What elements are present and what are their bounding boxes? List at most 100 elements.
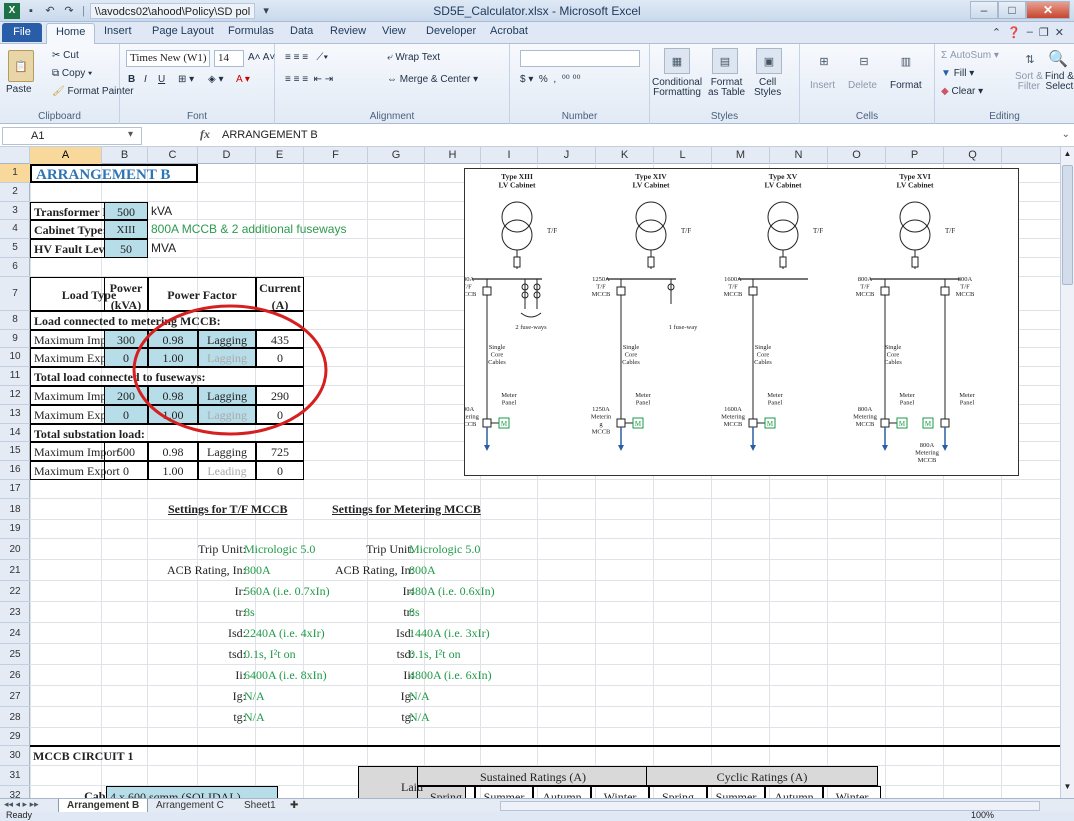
tf-setting-label-3[interactable]: tr: [62,602,246,623]
scroll-down-icon[interactable]: ▼ [1062,782,1073,794]
met-setting-label-4[interactable]: Isd: [302,623,414,644]
number-format-icons[interactable]: $ ▾ % , ⁰⁰ ⁰⁰ [520,74,581,85]
row-header-20[interactable]: 20 [0,539,30,560]
column-header-f[interactable]: F [304,147,368,164]
sheet-tab-arrangement-b[interactable]: Arrangement B [58,799,149,813]
tf-setting-label-0[interactable]: Trip Unit: [62,539,246,560]
align-top-icons[interactable]: ≡ ≡ ≡ ⟋▾ [285,52,328,63]
row-header-21[interactable]: 21 [0,560,30,581]
row-header-30[interactable]: 30 [0,746,30,767]
met-setting-label-2[interactable]: Ir: [302,581,414,602]
met-setting-label-0[interactable]: Trip Unit: [302,539,414,560]
tf-setting-label-5[interactable]: tsd: [62,644,246,665]
clear-button[interactable]: ◆ Clear ▾ [941,86,983,97]
cabinet-description[interactable]: 800A MCCB & 2 additional fuseways [148,220,425,239]
column-header-n[interactable]: N [770,147,828,164]
tab-home[interactable]: Home [46,23,96,45]
ratings-season-0[interactable]: Spring [417,786,475,798]
column-header-k[interactable]: K [596,147,654,164]
row-header-26[interactable]: 26 [0,665,30,686]
row-header-12[interactable]: 12 [0,386,30,405]
find-select-button[interactable]: Find & Select [1045,72,1074,92]
cable-type-value[interactable]: 4 x 600 sqmm (SOLIDAL) [106,786,278,798]
font-color-icon[interactable]: A ▾ [236,74,250,85]
paste-icon[interactable]: 📋 [8,50,34,82]
insert-cells-icon[interactable]: ⊞ [812,48,836,74]
font-size-select[interactable]: 14 [214,50,244,67]
row-header-6[interactable]: 6 [0,258,30,277]
tf-setting-label-1[interactable]: ACB Rating, In: [62,560,246,581]
binoculars-icon[interactable]: 🔍 [1047,48,1069,70]
row-header-29[interactable]: 29 [0,728,30,747]
row-header-31[interactable]: 31 [0,766,30,787]
cell-styles-icon[interactable]: ▣ [756,48,782,74]
cut-button[interactable]: ✂ Cut [52,50,79,61]
conditional-formatting-button[interactable]: Conditional Formatting [652,78,702,98]
insert-sheet-icon[interactable]: ✚ [282,799,306,813]
column-header-m[interactable]: M [712,147,770,164]
ratings-season-6[interactable]: Autumn [765,786,823,798]
number-format-select[interactable] [520,50,640,67]
mccb-circuit-title[interactable]: MCCB CIRCUIT 1 [30,746,198,766]
column-header-e[interactable]: E [256,147,304,164]
row-header-23[interactable]: 23 [0,602,30,623]
row-header-4[interactable]: 4 [0,220,30,240]
met-setting-label-1[interactable]: ACB Rating, In: [302,560,414,581]
row-header-5[interactable]: 5 [0,239,30,258]
expand-formula-bar-icon[interactable]: ⌄ [1062,129,1070,140]
row-15-current[interactable]: 725 [256,442,304,462]
row-header-7[interactable]: 7 [0,277,30,311]
tab-formulas[interactable]: Formulas [228,25,274,37]
row-header-22[interactable]: 22 [0,581,30,602]
select-all-corner[interactable] [0,147,30,164]
met-setting-label-3[interactable]: tr: [302,602,414,623]
met-setting-value-8[interactable]: N/A [409,707,580,728]
ratings-season-4[interactable]: Spring [649,786,707,798]
window-minimize-icon[interactable]: – [1027,26,1033,39]
column-header-h[interactable]: H [425,147,481,164]
delete-cells-icon[interactable]: ⊟ [852,48,876,74]
zoom-level[interactable]: 100% [971,810,994,820]
minimize-ribbon-icon[interactable]: ⌃ [992,26,1001,39]
ratings-cyclic-header[interactable]: Cyclic Ratings (A) [646,766,878,787]
row-header-25[interactable]: 25 [0,644,30,665]
tab-data[interactable]: Data [290,25,313,37]
tab-review[interactable]: Review [330,25,366,37]
sort-filter-icon[interactable]: ⇅ [1019,48,1041,70]
row-header-2[interactable]: 2 [0,183,30,202]
column-header-l[interactable]: L [654,147,712,164]
met-setting-value-4[interactable]: 1440A (i.e. 3xIr) [409,623,580,644]
row-header-11[interactable]: 11 [0,367,30,386]
tf-setting-label-4[interactable]: Isd: [62,623,246,644]
row-header-18[interactable]: 18 [0,499,30,520]
met-setting-value-1[interactable]: 800A [409,560,580,581]
ratings-season-1[interactable]: Summer [475,786,533,798]
tab-acrobat[interactable]: Acrobat [490,25,528,37]
met-setting-value-3[interactable]: 8s [409,602,580,623]
met-setting-label-5[interactable]: tsd: [302,644,414,665]
fill-color-icon[interactable]: ◈ ▾ [208,74,224,85]
row-header-27[interactable]: 27 [0,686,30,707]
row-header-15[interactable]: 15 [0,442,30,462]
transformer-rating-unit[interactable]: kVA [148,202,198,221]
sheet-nav-icons[interactable]: ◂◂ ◂ ▸ ▸▸ [4,799,39,810]
met-setting-value-0[interactable]: Micrologic 5.0 [409,539,580,560]
ratings-season-3[interactable]: Winter [591,786,649,798]
close-button[interactable]: ✕ [1026,1,1070,19]
hv-fault-value[interactable]: 50 [104,239,148,258]
met-setting-value-5[interactable]: 0.1s, I²t on [409,644,580,665]
italic-button[interactable]: I [144,74,147,85]
ratings-season-2[interactable]: Autumn [533,786,591,798]
borders-icon[interactable]: ⊞ ▾ [178,74,194,85]
row-header-13[interactable]: 13 [0,405,30,424]
row-header-8[interactable]: 8 [0,311,30,330]
row-15-pf[interactable]: 0.98 [148,442,198,462]
cabinet-type-value[interactable]: XIII [104,220,148,240]
format-as-table-button[interactable]: Format as Table [708,78,745,98]
column-header-o[interactable]: O [828,147,886,164]
tab-page-layout[interactable]: Page Layout [152,25,214,37]
bold-button[interactable]: B [128,74,135,85]
metering-settings-title[interactable]: Settings for Metering MCCB [304,499,538,520]
column-header-i[interactable]: I [481,147,538,164]
format-as-table-icon[interactable]: ▤ [712,48,738,74]
